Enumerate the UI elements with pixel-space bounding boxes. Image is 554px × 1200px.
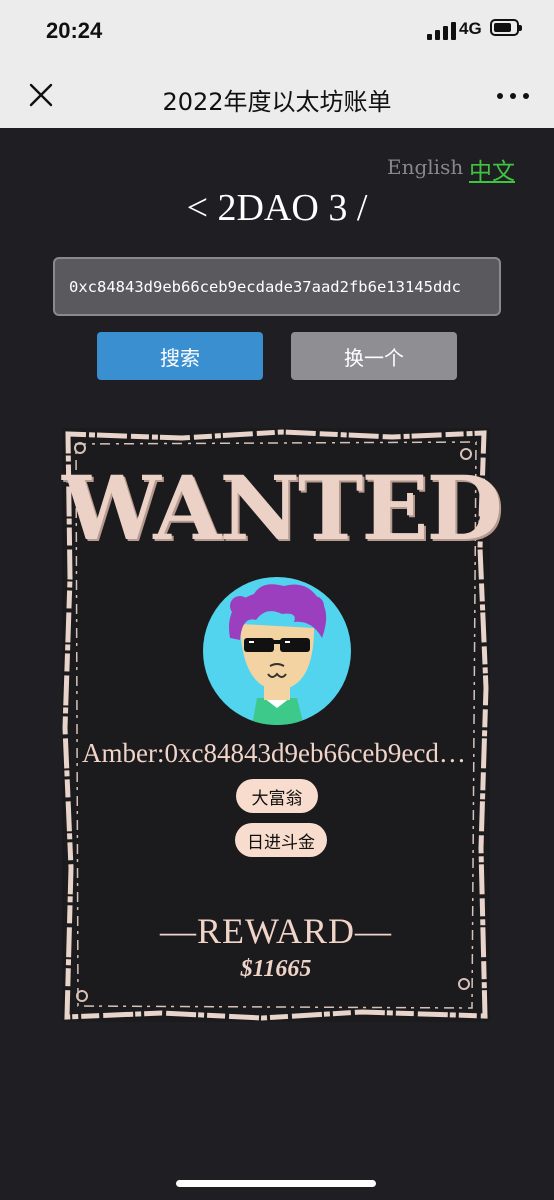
more-dots-icon[interactable] [496, 92, 530, 100]
page-title: 2022年度以太坊账单 [162, 88, 392, 116]
home-indicator [176, 1180, 376, 1187]
holder-name: Amber:0xc84843d9eb66ceb9ecdade37aad2fb6e… [82, 738, 470, 768]
swap-button[interactable]: 换一个 [291, 332, 457, 380]
status-bar: 20:24 4G [0, 0, 554, 62]
wanted-title: WANTED [62, 456, 503, 560]
search-button[interactable]: 搜索 [97, 332, 263, 380]
dao-heading: < 2DAO 3 / [186, 187, 368, 229]
tag-badge: 大富翁 [236, 779, 318, 813]
reward-label: —REWARD— [160, 911, 392, 951]
tag-badge: 日进斗金 [235, 823, 327, 857]
lang-chinese-link[interactable]: 中文 [469, 152, 515, 186]
signal-icon [427, 22, 456, 40]
nav-bar: 2022年度以太坊账单 [0, 62, 554, 128]
address-input[interactable] [53, 257, 501, 316]
lang-english-link[interactable]: English [387, 155, 463, 179]
battery-icon [490, 19, 522, 36]
network-type: 4G [459, 19, 482, 38]
reward-amount: $11665 [240, 956, 312, 982]
wanted-poster: WANTED Amber:0xc84843d9eb66ceb9ecdade37a… [62, 428, 503, 1022]
status-time: 20:24 [46, 18, 103, 43]
avatar [203, 577, 351, 725]
